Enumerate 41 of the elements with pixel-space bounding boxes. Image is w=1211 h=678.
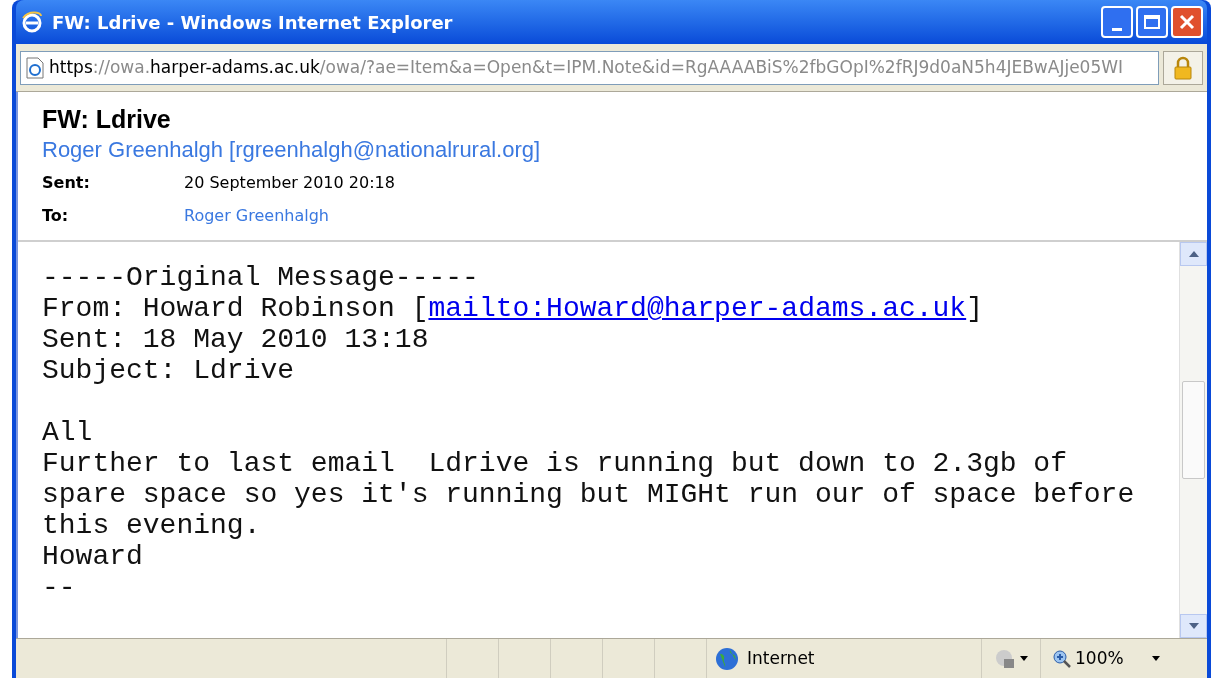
body-text-line: spare space so yes it's running but MIGHt run our of space before <box>42 479 1135 510</box>
scrollbar[interactable] <box>1179 242 1207 638</box>
address-field[interactable]: https://owa.harper-adams.ac.uk/owa/?ae=Item&a=Open&t=IPM.Note&id=RgAAAABiS%2fbGOpI%2fRJ9d0aN5h4JEBwAJje05WI <box>20 50 1159 85</box>
close-icon <box>1179 14 1195 30</box>
scroll-thumb[interactable] <box>1182 381 1205 479</box>
scroll-down-button[interactable] <box>1180 614 1207 638</box>
scroll-up-button[interactable] <box>1180 242 1207 266</box>
recipient-link[interactable]: Roger Greenhalgh <box>184 203 329 228</box>
zone-label: Internet <box>747 646 815 670</box>
body-text-line: -----Original Message----- <box>42 262 479 293</box>
field-value: 20 September 2010 20:18 <box>184 171 395 194</box>
maximize-button[interactable] <box>1136 6 1168 38</box>
up-arrow-icon <box>1188 251 1199 257</box>
page-icon <box>25 56 45 79</box>
body-text-line: Subject: Ldrive <box>42 355 295 386</box>
body-text-line: Howard <box>42 541 143 572</box>
window-title: FW: Ldrive - Windows Internet Explorer <box>52 10 453 35</box>
caret-icon <box>1151 656 1160 661</box>
body-text: ] <box>966 293 983 324</box>
close-button[interactable] <box>1171 6 1203 38</box>
body-text-line: Sent: 18 May 2010 13:18 <box>42 324 429 355</box>
body-text-line: All <box>42 417 93 448</box>
protected-mode-icon <box>994 648 1016 669</box>
globe-icon <box>715 646 739 671</box>
zoom-icon <box>1053 649 1071 668</box>
down-arrow-icon <box>1188 623 1199 629</box>
message-subject: FW: Ldrive <box>42 104 172 134</box>
body-text-line: Further to last email Ldrive is running but down to 2.3gb of <box>42 448 1067 479</box>
field-label: Sent: <box>42 171 91 194</box>
security-button[interactable] <box>1163 50 1203 85</box>
minimize-button[interactable] <box>1101 6 1133 38</box>
browser-logo-icon <box>20 10 44 34</box>
field-label: To: <box>42 204 70 227</box>
zoom-button[interactable]: 100% <box>1040 639 1172 678</box>
body-text-line: this evening. <box>42 510 261 541</box>
body-text-line: -- <box>42 572 76 603</box>
caret-icon <box>1020 656 1028 661</box>
sender-link[interactable]: Roger Greenhalgh [rgreenhalgh@nationalrural.org] <box>42 134 1183 166</box>
padlock-icon <box>1173 55 1193 80</box>
email-link[interactable]: mailto:Howard@harper-adams.ac.uk <box>428 293 967 324</box>
body-text: From: Howard Robinson [ <box>42 293 429 324</box>
